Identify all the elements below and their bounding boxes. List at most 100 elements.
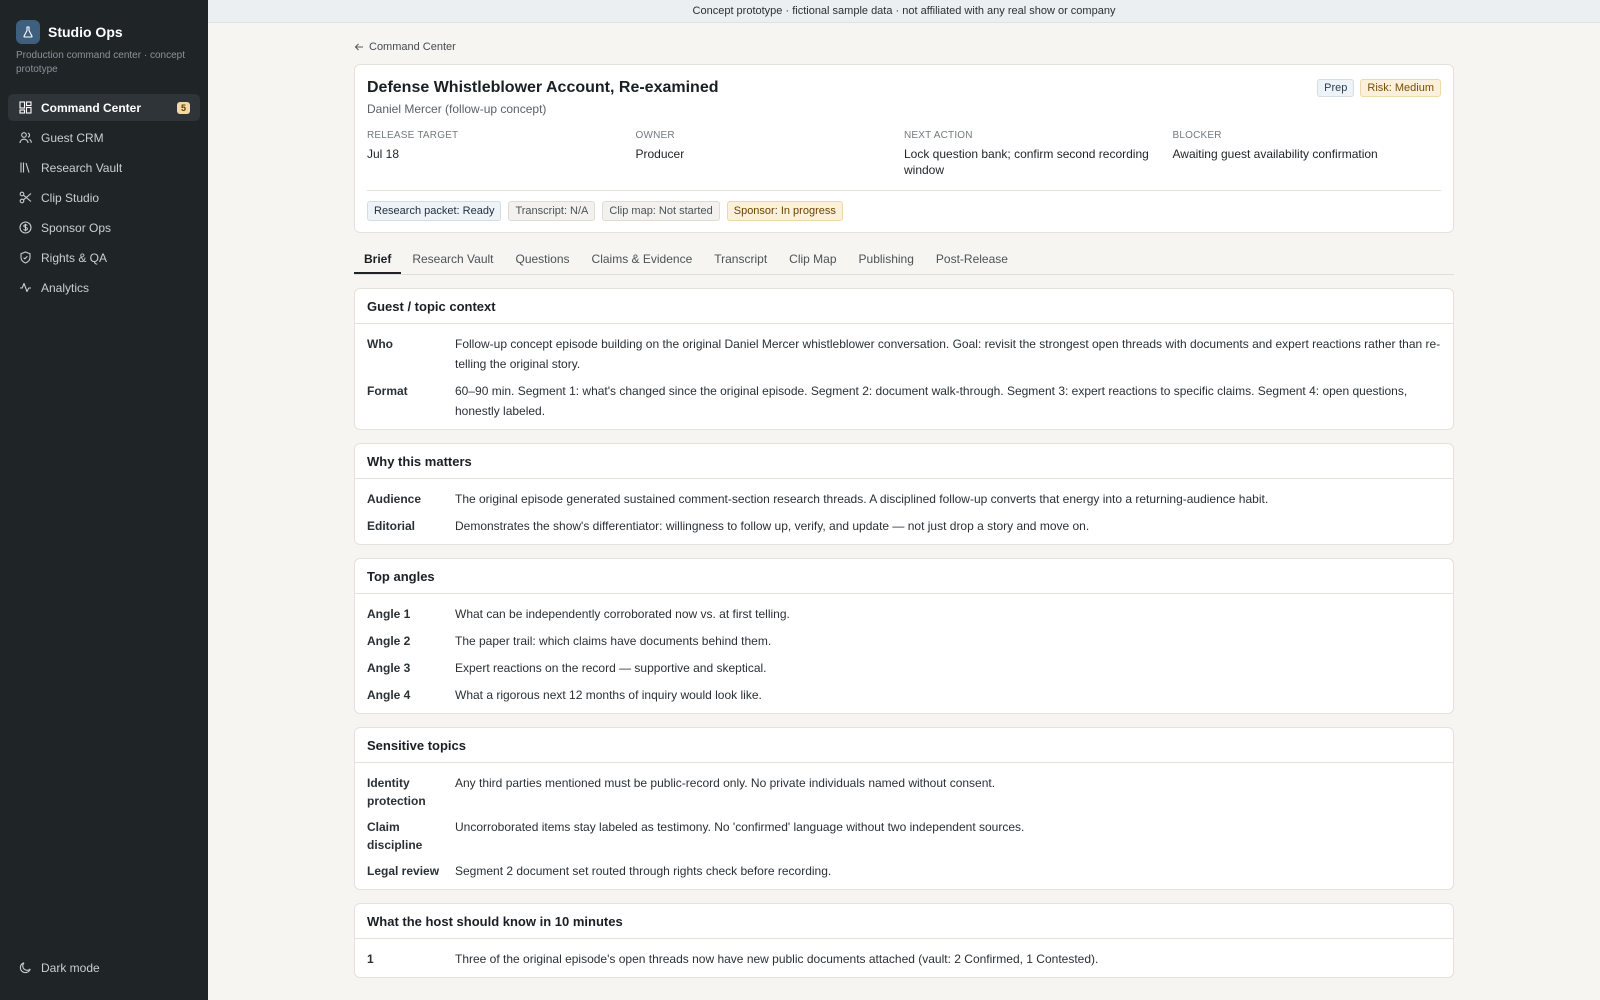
stage-badge: Prep	[1317, 79, 1355, 97]
prototype-banner: Concept prototype · fictional sample dat…	[208, 0, 1600, 23]
shield-icon	[18, 251, 32, 265]
section-title: Guest / topic context	[355, 289, 1453, 324]
page-title: Defense Whistleblower Account, Re-examin…	[367, 79, 719, 96]
row-value: What can be independently corroborated n…	[455, 607, 790, 621]
sidebar-item-label: Rights & QA	[41, 250, 108, 265]
meta-value: Lock question bank; confirm second recor…	[904, 147, 1149, 177]
row-value: Uncorroborated items stay labeled as tes…	[455, 820, 1025, 834]
main-content: Command Center Defense Whistleblower Acc…	[354, 23, 1454, 978]
sensitive-row: Identity protection Any third parties me…	[367, 773, 1441, 810]
sidebar-item-clip-studio[interactable]: Clip Studio	[8, 184, 200, 211]
tab-brief[interactable]: Brief	[354, 247, 402, 274]
tab-publishing[interactable]: Publishing	[848, 247, 925, 274]
row-value: The original episode generated sustained…	[455, 492, 1269, 506]
angle-row: Angle 4 What a rigorous next 12 months o…	[367, 685, 1441, 705]
brand: Studio Ops	[0, 0, 208, 44]
dark-mode-toggle[interactable]: Dark mode	[8, 954, 200, 981]
row-value: 60–90 min. Segment 1: what's changed sin…	[455, 384, 1408, 418]
section-host-brief: What the host should know in 10 minutes …	[354, 903, 1454, 978]
row-label: 1	[367, 952, 374, 966]
meta-next-action: NEXT ACTION Lock question bank; confirm …	[904, 130, 1173, 178]
meta-owner: OWNER Producer	[636, 130, 905, 178]
sidebar-item-sponsor-ops[interactable]: Sponsor Ops	[8, 214, 200, 241]
why-row: Audience The original episode generated …	[367, 489, 1441, 509]
section-context: Guest / topic context Who Follow-up conc…	[354, 288, 1454, 430]
sidebar-item-label: Command Center	[41, 100, 142, 115]
context-row: Format 60–90 min. Segment 1: what's chan…	[367, 381, 1441, 421]
sidebar-item-command-center[interactable]: Command Center 5	[8, 94, 200, 121]
back-link[interactable]: Command Center	[354, 41, 1454, 53]
row-label: Editorial	[367, 519, 416, 533]
row-label: Format	[367, 384, 408, 398]
arrow-left-icon	[354, 42, 364, 52]
section-title: What the host should know in 10 minutes	[355, 904, 1453, 939]
row-value: Demonstrates the show's differentiator: …	[455, 519, 1090, 533]
angle-row: Angle 1 What can be independently corrob…	[367, 604, 1441, 624]
tab-research-vault[interactable]: Research Vault	[401, 247, 504, 274]
flask-icon	[16, 20, 40, 44]
section-sensitive: Sensitive topics Identity protection Any…	[354, 727, 1454, 890]
row-value: What a rigorous next 12 months of inquir…	[455, 688, 762, 702]
row-value: Follow-up concept episode building on th…	[455, 337, 1441, 371]
section-why: Why this matters Audience The original e…	[354, 443, 1454, 545]
meta-blocker: BLOCKER Awaiting guest availability conf…	[1173, 130, 1442, 178]
back-link-label: Command Center	[369, 41, 456, 53]
meta-label: NEXT ACTION	[904, 130, 973, 141]
section-title: Why this matters	[355, 444, 1453, 479]
angle-row: Angle 3 Expert reactions on the record —…	[367, 658, 1441, 678]
episode-meta: RELEASE TARGET Jul 18 OWNER Producer NEX…	[367, 130, 1441, 178]
app-subtitle: Production command center · concept prot…	[16, 50, 185, 75]
users-icon	[18, 131, 32, 145]
dark-mode-label: Dark mode	[41, 960, 100, 975]
tab-questions[interactable]: Questions	[505, 247, 581, 274]
row-value: The paper trail: which claims have docum…	[455, 634, 772, 648]
tab-post-release[interactable]: Post-Release	[925, 247, 1019, 274]
meta-label: RELEASE TARGET	[367, 130, 459, 141]
notification-badge: 5	[176, 101, 190, 114]
meta-label: OWNER	[635, 130, 675, 141]
tab-transcript[interactable]: Transcript	[703, 247, 778, 274]
sidebar-item-rights-qa[interactable]: Rights & QA	[8, 244, 200, 271]
sensitive-row: Claim discipline Uncorroborated items st…	[367, 817, 1441, 854]
status-chip-sponsor: Sponsor: In progress	[726, 201, 843, 221]
sidebar-item-research-vault[interactable]: Research Vault	[8, 154, 200, 181]
dollar-icon	[18, 221, 32, 235]
status-chip-transcript: Transcript: N/A	[508, 201, 596, 221]
row-label: Identity protection	[367, 776, 426, 808]
sidebar: Studio Ops Production command center · c…	[0, 0, 208, 1000]
sensitive-row: Legal review Segment 2 document set rout…	[367, 861, 1441, 881]
row-label: Claim discipline	[367, 820, 423, 852]
context-row: Who Follow-up concept episode building o…	[367, 334, 1441, 374]
tab-clip-map[interactable]: Clip Map	[778, 247, 847, 274]
meta-value: Producer	[635, 147, 685, 161]
risk-badge: Risk: Medium	[1360, 79, 1441, 97]
scissors-icon	[18, 191, 32, 205]
row-value: Expert reactions on the record — support…	[455, 661, 767, 675]
sidebar-item-label: Analytics	[41, 280, 90, 295]
section-angles: Top angles Angle 1 What can be independe…	[354, 558, 1454, 714]
row-label: Legal review	[367, 864, 440, 878]
sidebar-item-analytics[interactable]: Analytics	[8, 274, 200, 301]
episode-tags: Prep Risk: Medium	[1317, 79, 1441, 97]
row-value: Three of the original episode's open thr…	[455, 952, 1099, 966]
meta-release: RELEASE TARGET Jul 18	[367, 130, 636, 178]
sidebar-item-guest-crm[interactable]: Guest CRM	[8, 124, 200, 151]
row-value: Segment 2 document set routed through ri…	[455, 864, 832, 878]
row-label: Audience	[367, 492, 422, 506]
app-name: Studio Ops	[48, 24, 123, 40]
meta-value: Jul 18	[367, 147, 400, 161]
moon-icon	[18, 961, 32, 975]
activity-icon	[18, 281, 32, 295]
sidebar-nav: Command Center 5 Guest CRM Research Vaul…	[0, 94, 208, 301]
sidebar-item-label: Research Vault	[41, 160, 123, 175]
tab-claims-evidence[interactable]: Claims & Evidence	[581, 247, 704, 274]
meta-value: Awaiting guest availability confirmation	[1172, 147, 1378, 161]
angle-row: Angle 2 The paper trail: which claims ha…	[367, 631, 1441, 651]
grid-icon	[18, 101, 32, 115]
meta-label: BLOCKER	[1172, 130, 1222, 141]
sidebar-item-label: Sponsor Ops	[41, 220, 112, 235]
section-title: Sensitive topics	[355, 728, 1453, 763]
row-label: Angle 2	[367, 634, 411, 648]
section-title: Top angles	[355, 559, 1453, 594]
episode-tabs: Brief Research Vault Questions Claims & …	[354, 247, 1454, 275]
